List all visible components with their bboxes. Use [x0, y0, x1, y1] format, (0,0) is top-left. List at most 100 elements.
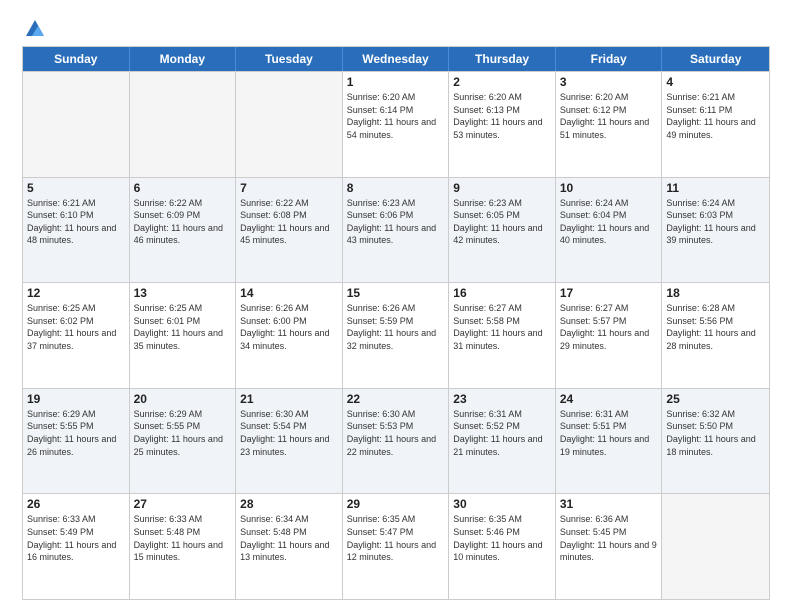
day-info: Sunrise: 6:31 AM Sunset: 5:52 PM Dayligh…: [453, 408, 551, 458]
calendar-row-2: 12 Sunrise: 6:25 AM Sunset: 6:02 PM Dayli…: [23, 282, 769, 388]
day-number: 8: [347, 181, 445, 195]
day-info: Sunrise: 6:26 AM Sunset: 5:59 PM Dayligh…: [347, 302, 445, 352]
weekday-header-monday: Monday: [130, 47, 237, 71]
day-cell-6: 6 Sunrise: 6:22 AM Sunset: 6:09 PM Daylig…: [130, 178, 237, 283]
day-info: Sunrise: 6:32 AM Sunset: 5:50 PM Dayligh…: [666, 408, 765, 458]
day-number: 22: [347, 392, 445, 406]
weekday-header-tuesday: Tuesday: [236, 47, 343, 71]
day-cell-17: 17 Sunrise: 6:27 AM Sunset: 5:57 PM Dayli…: [556, 283, 663, 388]
day-info: Sunrise: 6:36 AM Sunset: 5:45 PM Dayligh…: [560, 513, 658, 563]
day-number: 5: [27, 181, 125, 195]
day-number: 9: [453, 181, 551, 195]
day-cell-20: 20 Sunrise: 6:29 AM Sunset: 5:55 PM Dayli…: [130, 389, 237, 494]
day-info: Sunrise: 6:29 AM Sunset: 5:55 PM Dayligh…: [134, 408, 232, 458]
day-info: Sunrise: 6:29 AM Sunset: 5:55 PM Dayligh…: [27, 408, 125, 458]
day-cell-22: 22 Sunrise: 6:30 AM Sunset: 5:53 PM Dayli…: [343, 389, 450, 494]
day-cell-10: 10 Sunrise: 6:24 AM Sunset: 6:04 PM Dayli…: [556, 178, 663, 283]
day-number: 6: [134, 181, 232, 195]
day-number: 27: [134, 497, 232, 511]
day-cell-4: 4 Sunrise: 6:21 AM Sunset: 6:11 PM Daylig…: [662, 72, 769, 177]
day-cell-7: 7Sunrise: 6:22 AM Sunset: 6:08 PM Daylig…: [236, 178, 343, 283]
day-cell-27: 27 Sunrise: 6:33 AM Sunset: 5:48 PM Dayli…: [130, 494, 237, 599]
day-number: 12: [27, 286, 125, 300]
empty-cell-4-6: [662, 494, 769, 599]
calendar-row-0: 1Sunrise: 6:20 AM Sunset: 6:14 PM Daylig…: [23, 71, 769, 177]
day-cell-28: 28Sunrise: 6:34 AM Sunset: 5:48 PM Dayli…: [236, 494, 343, 599]
calendar-body: 1Sunrise: 6:20 AM Sunset: 6:14 PM Daylig…: [23, 71, 769, 599]
day-cell-18: 18 Sunrise: 6:28 AM Sunset: 5:56 PM Dayli…: [662, 283, 769, 388]
page: SundayMondayTuesdayWednesdayThursdayFrid…: [0, 0, 792, 612]
logo-icon: [24, 18, 46, 36]
day-cell-16: 16Sunrise: 6:27 AM Sunset: 5:58 PM Dayli…: [449, 283, 556, 388]
weekday-header-sunday: Sunday: [23, 47, 130, 71]
day-cell-25: 25 Sunrise: 6:32 AM Sunset: 5:50 PM Dayli…: [662, 389, 769, 494]
day-number: 25: [666, 392, 765, 406]
day-cell-9: 9 Sunrise: 6:23 AM Sunset: 6:05 PM Daylig…: [449, 178, 556, 283]
day-info: Sunrise: 6:23 AM Sunset: 6:05 PM Dayligh…: [453, 197, 551, 247]
day-cell-26: 26Sunrise: 6:33 AM Sunset: 5:49 PM Dayli…: [23, 494, 130, 599]
weekday-header-thursday: Thursday: [449, 47, 556, 71]
day-info: Sunrise: 6:21 AM Sunset: 6:11 PM Dayligh…: [666, 91, 765, 141]
weekday-header-saturday: Saturday: [662, 47, 769, 71]
calendar-header: SundayMondayTuesdayWednesdayThursdayFrid…: [23, 47, 769, 71]
empty-cell-0-2: [236, 72, 343, 177]
day-number: 17: [560, 286, 658, 300]
day-number: 4: [666, 75, 765, 89]
day-info: Sunrise: 6:35 AM Sunset: 5:46 PM Dayligh…: [453, 513, 551, 563]
day-info: Sunrise: 6:27 AM Sunset: 5:57 PM Dayligh…: [560, 302, 658, 352]
day-number: 21: [240, 392, 338, 406]
weekday-header-wednesday: Wednesday: [343, 47, 450, 71]
day-info: Sunrise: 6:30 AM Sunset: 5:54 PM Dayligh…: [240, 408, 338, 458]
day-info: Sunrise: 6:21 AM Sunset: 6:10 PM Dayligh…: [27, 197, 125, 247]
day-info: Sunrise: 6:25 AM Sunset: 6:01 PM Dayligh…: [134, 302, 232, 352]
day-cell-2: 2 Sunrise: 6:20 AM Sunset: 6:13 PM Daylig…: [449, 72, 556, 177]
day-number: 19: [27, 392, 125, 406]
day-number: 20: [134, 392, 232, 406]
weekday-header-friday: Friday: [556, 47, 663, 71]
day-number: 18: [666, 286, 765, 300]
empty-cell-0-1: [130, 72, 237, 177]
day-number: 15: [347, 286, 445, 300]
day-cell-13: 13Sunrise: 6:25 AM Sunset: 6:01 PM Dayli…: [130, 283, 237, 388]
calendar-row-3: 19 Sunrise: 6:29 AM Sunset: 5:55 PM Dayli…: [23, 388, 769, 494]
day-cell-15: 15 Sunrise: 6:26 AM Sunset: 5:59 PM Dayli…: [343, 283, 450, 388]
day-cell-31: 31 Sunrise: 6:36 AM Sunset: 5:45 PM Dayli…: [556, 494, 663, 599]
day-info: Sunrise: 6:35 AM Sunset: 5:47 PM Dayligh…: [347, 513, 445, 563]
day-info: Sunrise: 6:24 AM Sunset: 6:04 PM Dayligh…: [560, 197, 658, 247]
day-number: 24: [560, 392, 658, 406]
day-info: Sunrise: 6:28 AM Sunset: 5:56 PM Dayligh…: [666, 302, 765, 352]
day-cell-30: 30Sunrise: 6:35 AM Sunset: 5:46 PM Dayli…: [449, 494, 556, 599]
day-info: Sunrise: 6:20 AM Sunset: 6:12 PM Dayligh…: [560, 91, 658, 141]
day-cell-12: 12 Sunrise: 6:25 AM Sunset: 6:02 PM Dayli…: [23, 283, 130, 388]
day-cell-23: 23 Sunrise: 6:31 AM Sunset: 5:52 PM Dayli…: [449, 389, 556, 494]
empty-cell-0-0: [23, 72, 130, 177]
day-number: 14: [240, 286, 338, 300]
day-cell-29: 29 Sunrise: 6:35 AM Sunset: 5:47 PM Dayli…: [343, 494, 450, 599]
day-info: Sunrise: 6:20 AM Sunset: 6:13 PM Dayligh…: [453, 91, 551, 141]
calendar: SundayMondayTuesdayWednesdayThursdayFrid…: [22, 46, 770, 600]
day-cell-21: 21 Sunrise: 6:30 AM Sunset: 5:54 PM Dayli…: [236, 389, 343, 494]
logo: [22, 18, 46, 36]
day-number: 1: [347, 75, 445, 89]
header: [22, 18, 770, 36]
day-cell-14: 14 Sunrise: 6:26 AM Sunset: 6:00 PM Dayli…: [236, 283, 343, 388]
day-info: Sunrise: 6:30 AM Sunset: 5:53 PM Dayligh…: [347, 408, 445, 458]
day-number: 23: [453, 392, 551, 406]
day-info: Sunrise: 6:26 AM Sunset: 6:00 PM Dayligh…: [240, 302, 338, 352]
day-number: 10: [560, 181, 658, 195]
day-info: Sunrise: 6:25 AM Sunset: 6:02 PM Dayligh…: [27, 302, 125, 352]
day-cell-1: 1Sunrise: 6:20 AM Sunset: 6:14 PM Daylig…: [343, 72, 450, 177]
day-cell-11: 11Sunrise: 6:24 AM Sunset: 6:03 PM Dayli…: [662, 178, 769, 283]
day-number: 29: [347, 497, 445, 511]
day-cell-3: 3 Sunrise: 6:20 AM Sunset: 6:12 PM Daylig…: [556, 72, 663, 177]
day-cell-5: 5 Sunrise: 6:21 AM Sunset: 6:10 PM Daylig…: [23, 178, 130, 283]
day-info: Sunrise: 6:22 AM Sunset: 6:09 PM Dayligh…: [134, 197, 232, 247]
day-cell-24: 24Sunrise: 6:31 AM Sunset: 5:51 PM Dayli…: [556, 389, 663, 494]
calendar-row-4: 26Sunrise: 6:33 AM Sunset: 5:49 PM Dayli…: [23, 493, 769, 599]
day-number: 3: [560, 75, 658, 89]
day-info: Sunrise: 6:33 AM Sunset: 5:48 PM Dayligh…: [134, 513, 232, 563]
day-number: 2: [453, 75, 551, 89]
day-cell-19: 19 Sunrise: 6:29 AM Sunset: 5:55 PM Dayli…: [23, 389, 130, 494]
day-number: 31: [560, 497, 658, 511]
day-info: Sunrise: 6:27 AM Sunset: 5:58 PM Dayligh…: [453, 302, 551, 352]
